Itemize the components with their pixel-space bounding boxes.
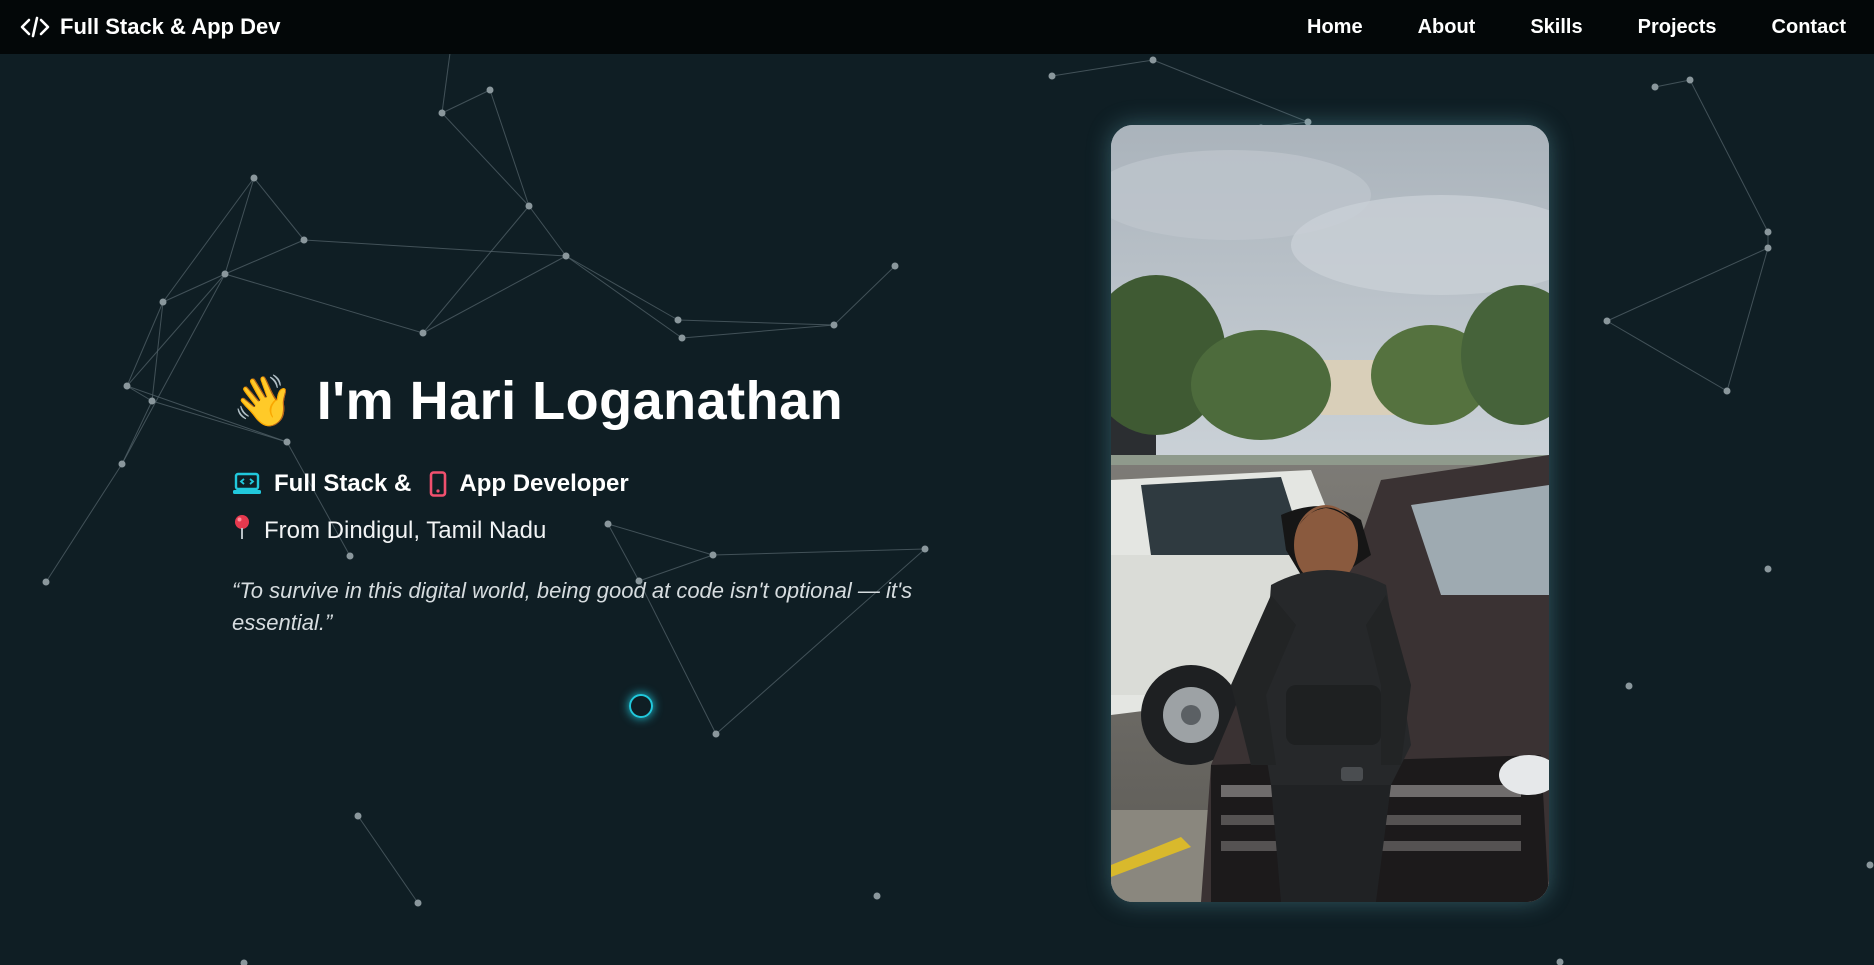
network-node — [42, 578, 50, 586]
network-node — [1866, 861, 1874, 869]
network-node — [1723, 387, 1731, 395]
network-node — [1149, 56, 1157, 64]
network-node — [674, 316, 682, 324]
network-link — [489, 89, 530, 207]
network-node — [419, 329, 427, 337]
network-node — [159, 298, 167, 306]
network-link — [224, 273, 424, 334]
waving-hand-icon: 👋 — [232, 373, 295, 429]
network-node — [830, 321, 838, 329]
network-link — [357, 815, 419, 904]
network-link — [1654, 79, 1691, 88]
role-part-1: Full Stack & — [274, 470, 412, 497]
code-icon — [20, 15, 50, 39]
hero-section: 👋 I'm Hari Loganathan Full Stack & App D — [232, 370, 972, 639]
location-pin-icon — [232, 514, 252, 547]
network-link — [224, 239, 305, 275]
network-node — [414, 899, 422, 907]
network-node — [118, 460, 126, 468]
mobile-phone-icon — [429, 471, 447, 497]
network-node — [354, 812, 362, 820]
nav-link-contact[interactable]: Contact — [1772, 16, 1846, 39]
network-link — [441, 112, 530, 207]
network-node — [1764, 228, 1772, 236]
network-node — [1764, 565, 1772, 573]
network-link — [677, 319, 835, 326]
network-link — [126, 301, 164, 387]
network-link — [45, 463, 123, 583]
network-link — [528, 205, 567, 257]
location-line: From Dindigul, Tamil Nadu — [232, 514, 972, 547]
nav-link-about[interactable]: About — [1418, 16, 1476, 39]
network-node — [300, 236, 308, 244]
network-link — [1051, 59, 1154, 77]
network-node — [221, 270, 229, 278]
brand[interactable]: Full Stack & App Dev — [20, 14, 280, 40]
network-node — [250, 174, 258, 182]
network-link — [422, 255, 567, 334]
network-node — [486, 86, 494, 94]
network-link — [121, 273, 226, 465]
hero-heading: 👋 I'm Hari Loganathan — [232, 370, 972, 432]
nav-link-home[interactable]: Home — [1307, 16, 1363, 39]
network-link — [565, 255, 683, 339]
navbar: Full Stack & App Dev Home About Skills P… — [0, 0, 1874, 54]
network-node — [678, 334, 686, 342]
network-link — [1726, 247, 1769, 392]
nav-link-projects[interactable]: Projects — [1638, 16, 1717, 39]
network-node — [438, 109, 446, 117]
network-node — [1764, 244, 1772, 252]
nav-links: Home About Skills Projects Contact — [1307, 16, 1846, 39]
network-link — [303, 239, 567, 257]
role-part-2: App Developer — [459, 470, 629, 497]
network-node — [1556, 958, 1564, 965]
cursor-ring — [629, 694, 653, 718]
nav-link-skills[interactable]: Skills — [1530, 16, 1582, 39]
network-node — [891, 262, 899, 270]
network-link — [1689, 79, 1769, 233]
network-node — [1625, 682, 1633, 690]
network-node — [562, 252, 570, 260]
network-node — [1651, 83, 1659, 91]
laptop-code-icon — [232, 472, 262, 496]
network-link — [422, 205, 530, 334]
network-link — [565, 255, 679, 321]
network-node — [1048, 72, 1056, 80]
network-link — [126, 273, 226, 387]
network-link — [833, 265, 896, 326]
network-link — [441, 89, 491, 114]
network-link — [1606, 247, 1769, 322]
page: Full Stack & App Dev Home About Skills P… — [0, 0, 1874, 965]
network-node — [240, 959, 248, 965]
network-link — [253, 177, 305, 241]
location-text: From Dindigul, Tamil Nadu — [264, 516, 547, 544]
network-link — [1606, 320, 1728, 392]
hero-quote: “To survive in this digital world, being… — [232, 578, 913, 635]
brand-name: Full Stack & App Dev — [60, 14, 281, 39]
network-node — [712, 730, 720, 738]
network-node — [1603, 317, 1611, 325]
network-link — [121, 400, 153, 465]
network-node — [873, 892, 881, 900]
network-node — [123, 382, 131, 390]
network-node — [525, 202, 533, 210]
role-line: Full Stack & App Developer — [232, 470, 972, 498]
network-link — [1152, 59, 1309, 123]
profile-photo — [1111, 125, 1549, 902]
network-node — [148, 397, 156, 405]
network-link — [162, 273, 226, 303]
network-link — [681, 324, 835, 339]
network-link — [224, 177, 255, 275]
network-node — [1686, 76, 1694, 84]
hero-title: I'm Hari Loganathan — [316, 371, 844, 431]
network-link — [162, 177, 255, 303]
